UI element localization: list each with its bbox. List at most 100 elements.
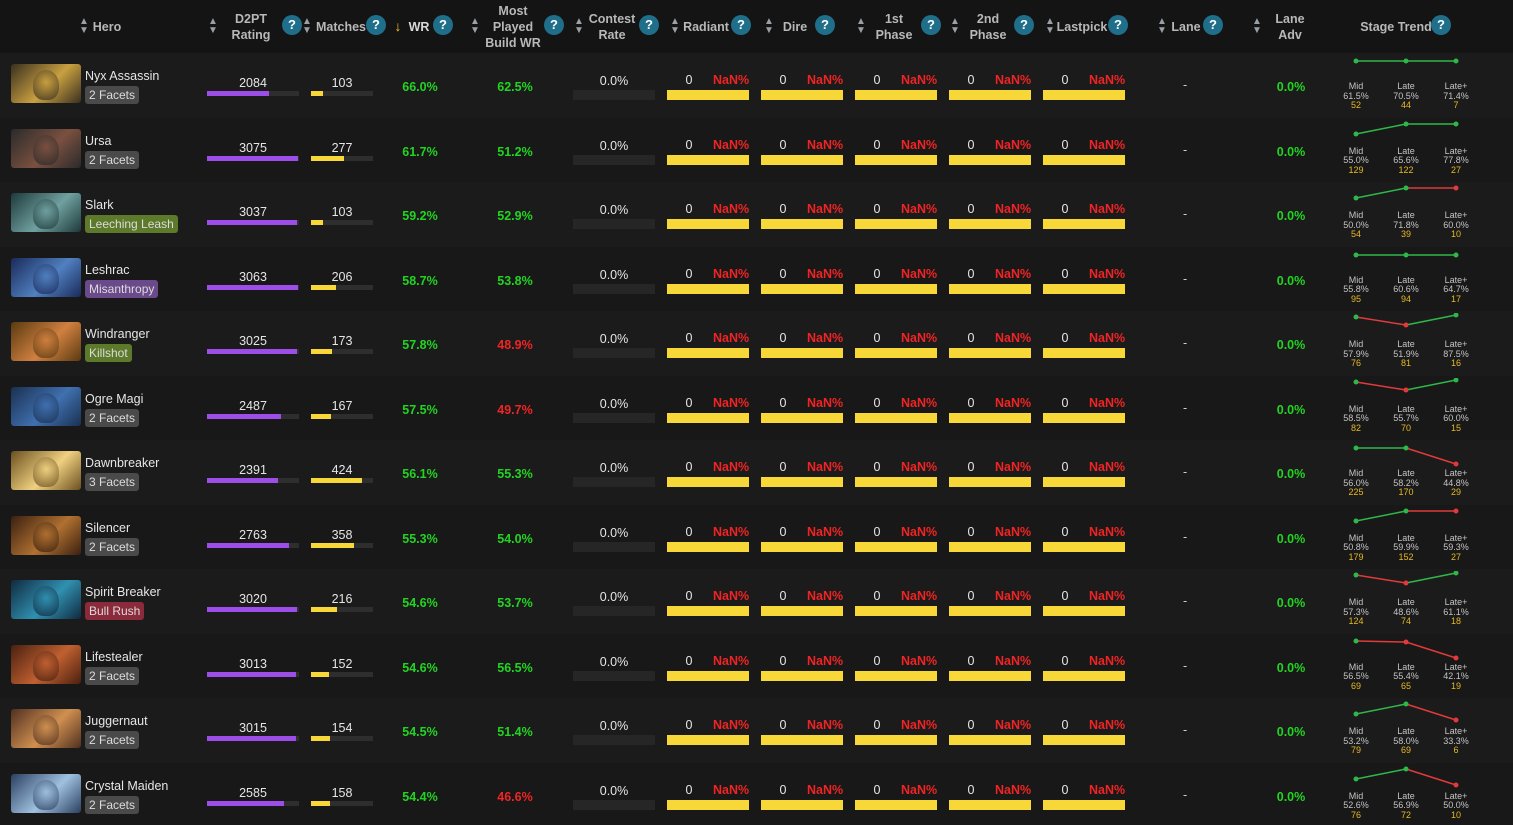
facet-badge[interactable]: 2 Facets <box>85 86 140 104</box>
hero-name[interactable]: Silencer <box>85 521 130 535</box>
help-circle-icon[interactable]: ? <box>282 15 302 35</box>
table-row[interactable]: Slark Leeching Leash 3037 103 59.2% 52.9% 0.0%… <box>0 182 1513 247</box>
help-circle-icon[interactable]: ? <box>1014 15 1034 35</box>
lastpick-bar <box>1043 670 1125 681</box>
trend-stage-count: 76 <box>1350 809 1361 820</box>
help-circle-icon[interactable]: ? <box>815 15 835 35</box>
phase1-win-rate: NaN% <box>901 524 938 539</box>
trend-label-2: Late+ 77.8% 27 <box>1438 146 1474 176</box>
table-row[interactable]: Lifestealer 2 Facets 3013 152 54.6% 56.5% 0.0%… <box>0 633 1513 698</box>
hero-portrait[interactable] <box>11 451 81 490</box>
trend-label-0: Mid 50.8% 179 <box>1338 533 1374 563</box>
trend-stage-count: 69 <box>1350 680 1361 691</box>
hero-name[interactable]: Nyx Assassin <box>85 69 159 83</box>
hero-name[interactable]: Slark <box>85 198 113 212</box>
stage-trend: Mid 56.5% 69 Late 55.4% 65 Late+ 42.1% 19 <box>1340 636 1470 698</box>
sort-updown-icon[interactable]: ▲ ▼ <box>1045 17 1055 36</box>
help-circle-icon[interactable]: ? <box>1431 15 1451 35</box>
hero-name[interactable]: Crystal Maiden <box>85 779 168 793</box>
facet-badge[interactable]: Misanthropy <box>85 279 159 298</box>
help-circle-icon[interactable]: ? <box>921 15 941 35</box>
hero-name[interactable]: Ursa <box>85 134 111 148</box>
facet-badge[interactable]: 2 Facets <box>85 150 140 169</box>
facet-badge[interactable]: 2 Facets <box>85 666 140 685</box>
sort-updown-icon[interactable]: ▲ ▼ <box>574 17 584 36</box>
table-row[interactable]: Crystal Maiden 2 Facets 2585 158 54.4% 46.6% 0… <box>0 762 1513 825</box>
hero-portrait[interactable] <box>11 709 81 748</box>
hero-portrait[interactable] <box>11 322 81 361</box>
hero-portrait[interactable] <box>11 580 81 619</box>
trend-label-2: Late+ 42.1% 19 <box>1438 662 1474 692</box>
help-circle-icon[interactable]: ? <box>433 15 453 35</box>
help-circle-icon[interactable]: ? <box>731 15 751 35</box>
facet-badge[interactable]: Bull Rush <box>85 602 145 620</box>
trend-stage-count: 79 <box>1350 745 1361 755</box>
hero-portrait[interactable] <box>11 515 81 555</box>
radiant-count: 0 <box>685 524 693 539</box>
hero-portrait[interactable] <box>11 386 81 426</box>
hero-name[interactable]: Ogre Magi <box>85 392 143 406</box>
hero-portrait[interactable] <box>11 644 81 684</box>
hero-portrait[interactable] <box>11 64 81 103</box>
facet-badge[interactable]: 2 Facets <box>85 731 140 749</box>
sort-updown-icon[interactable]: ▲ ▼ <box>302 17 312 36</box>
sort-updown-icon[interactable]: ▲ ▼ <box>856 17 866 36</box>
facet-badge[interactable]: Leeching Leash <box>85 215 178 233</box>
help-circle-icon[interactable]: ? <box>544 15 564 35</box>
d2pt-rating-bar <box>207 542 299 548</box>
lane-value: - <box>1183 594 1188 608</box>
sort-updown-icon[interactable]: ▲ ▼ <box>764 17 774 36</box>
matches-bar <box>311 671 373 677</box>
table-row[interactable]: Nyx Assassin 2 Facets 2084 103 66.0% 62.5% 0.0… <box>0 53 1513 118</box>
facet-badge[interactable]: 2 Facets <box>85 408 140 427</box>
trend-label-0: Mid 57.3% 124 <box>1338 597 1374 627</box>
sort-updown-icon[interactable]: ▲ ▼ <box>670 17 680 36</box>
table-row[interactable]: Windranger Killshot 3025 173 57.8% 48.9% 0.0% 0… <box>0 311 1513 376</box>
phase2-bar <box>949 799 1031 810</box>
help-circle-icon[interactable]: ? <box>1108 15 1128 35</box>
trend-point-late+ <box>1453 58 1459 64</box>
hero-name[interactable]: Windranger <box>85 327 150 341</box>
hero-name[interactable]: Dawnbreaker <box>85 456 159 470</box>
build-win-rate-value: 46.6% <box>497 789 533 804</box>
table-row[interactable]: Spirit Breaker Bull Rush 3020 216 54.6% 53.7%… <box>0 569 1513 634</box>
sort-updown-icon[interactable]: ▲ ▼ <box>1252 17 1262 36</box>
facet-badge[interactable]: 3 Facets <box>85 473 140 491</box>
sort-updown-icon[interactable]: ▲ ▼ <box>470 17 480 36</box>
sort-updown-icon[interactable]: ▲ ▼ <box>79 17 89 36</box>
radiant-count: 0 <box>685 653 693 668</box>
table-row[interactable]: Ogre Magi 2 Facets 2487 167 57.5% 49.7% 0.0% 0 N… <box>0 375 1513 440</box>
hero-portrait[interactable] <box>11 773 81 813</box>
table-row[interactable]: Dawnbreaker 3 Facets 2391 424 56.1% 55.3% 0.0%… <box>0 440 1513 505</box>
table-row[interactable]: Juggernaut 2 Facets 3015 154 54.5% 51.4% 0.0% 0… <box>0 698 1513 763</box>
hero-name[interactable]: Spirit Breaker <box>85 585 161 599</box>
facet-badge[interactable]: 2 Facets <box>85 537 140 556</box>
d2pt-rating-value: 3020 <box>239 592 267 606</box>
facet-badge[interactable]: 2 Facets <box>85 795 140 814</box>
hero-portrait[interactable] <box>11 193 81 232</box>
win-rate-value: 54.5% <box>402 725 438 739</box>
table-row[interactable]: Ursa 2 Facets 3075 277 61.7% 51.2% 0.0% 0 NaN% 0 N… <box>0 117 1513 182</box>
table-row[interactable]: Silencer 2 Facets 2763 358 55.3% 54.0% 0.0% 0 Na… <box>0 504 1513 569</box>
sort-updown-icon[interactable]: ▲ ▼ <box>1157 17 1167 36</box>
help-circle-icon[interactable]: ? <box>639 15 659 35</box>
hero-name[interactable]: Juggernaut <box>85 714 148 728</box>
sort-updown-icon[interactable]: ▲ ▼ <box>208 17 218 36</box>
hero-name[interactable]: Leshrac <box>85 263 129 277</box>
trend-stage-count: 10 <box>1450 229 1461 239</box>
table-row[interactable]: Leshrac Misanthropy 3063 206 58.7% 53.8% 0.0% 0… <box>0 246 1513 311</box>
sort-updown-icon[interactable]: ▲ ▼ <box>950 17 960 36</box>
hero-portrait[interactable] <box>11 128 81 168</box>
d2pt-rating-bar-fill <box>207 91 269 96</box>
help-circle-icon[interactable]: ? <box>366 15 386 35</box>
facet-badge[interactable]: Killshot <box>85 344 132 362</box>
sort-down-arrow-icon[interactable]: ↓ <box>393 17 403 35</box>
hero-name[interactable]: Lifestealer <box>85 650 143 664</box>
phase1-win-rate: NaN% <box>901 589 938 603</box>
contest-rate-bar <box>573 283 655 294</box>
d2pt-rating-bar-fill <box>207 284 298 290</box>
d2pt-rating-bar-fill <box>207 542 289 548</box>
help-circle-icon[interactable]: ? <box>1203 15 1223 35</box>
hero-portrait[interactable] <box>11 257 81 297</box>
lastpick-bar <box>1043 799 1125 810</box>
